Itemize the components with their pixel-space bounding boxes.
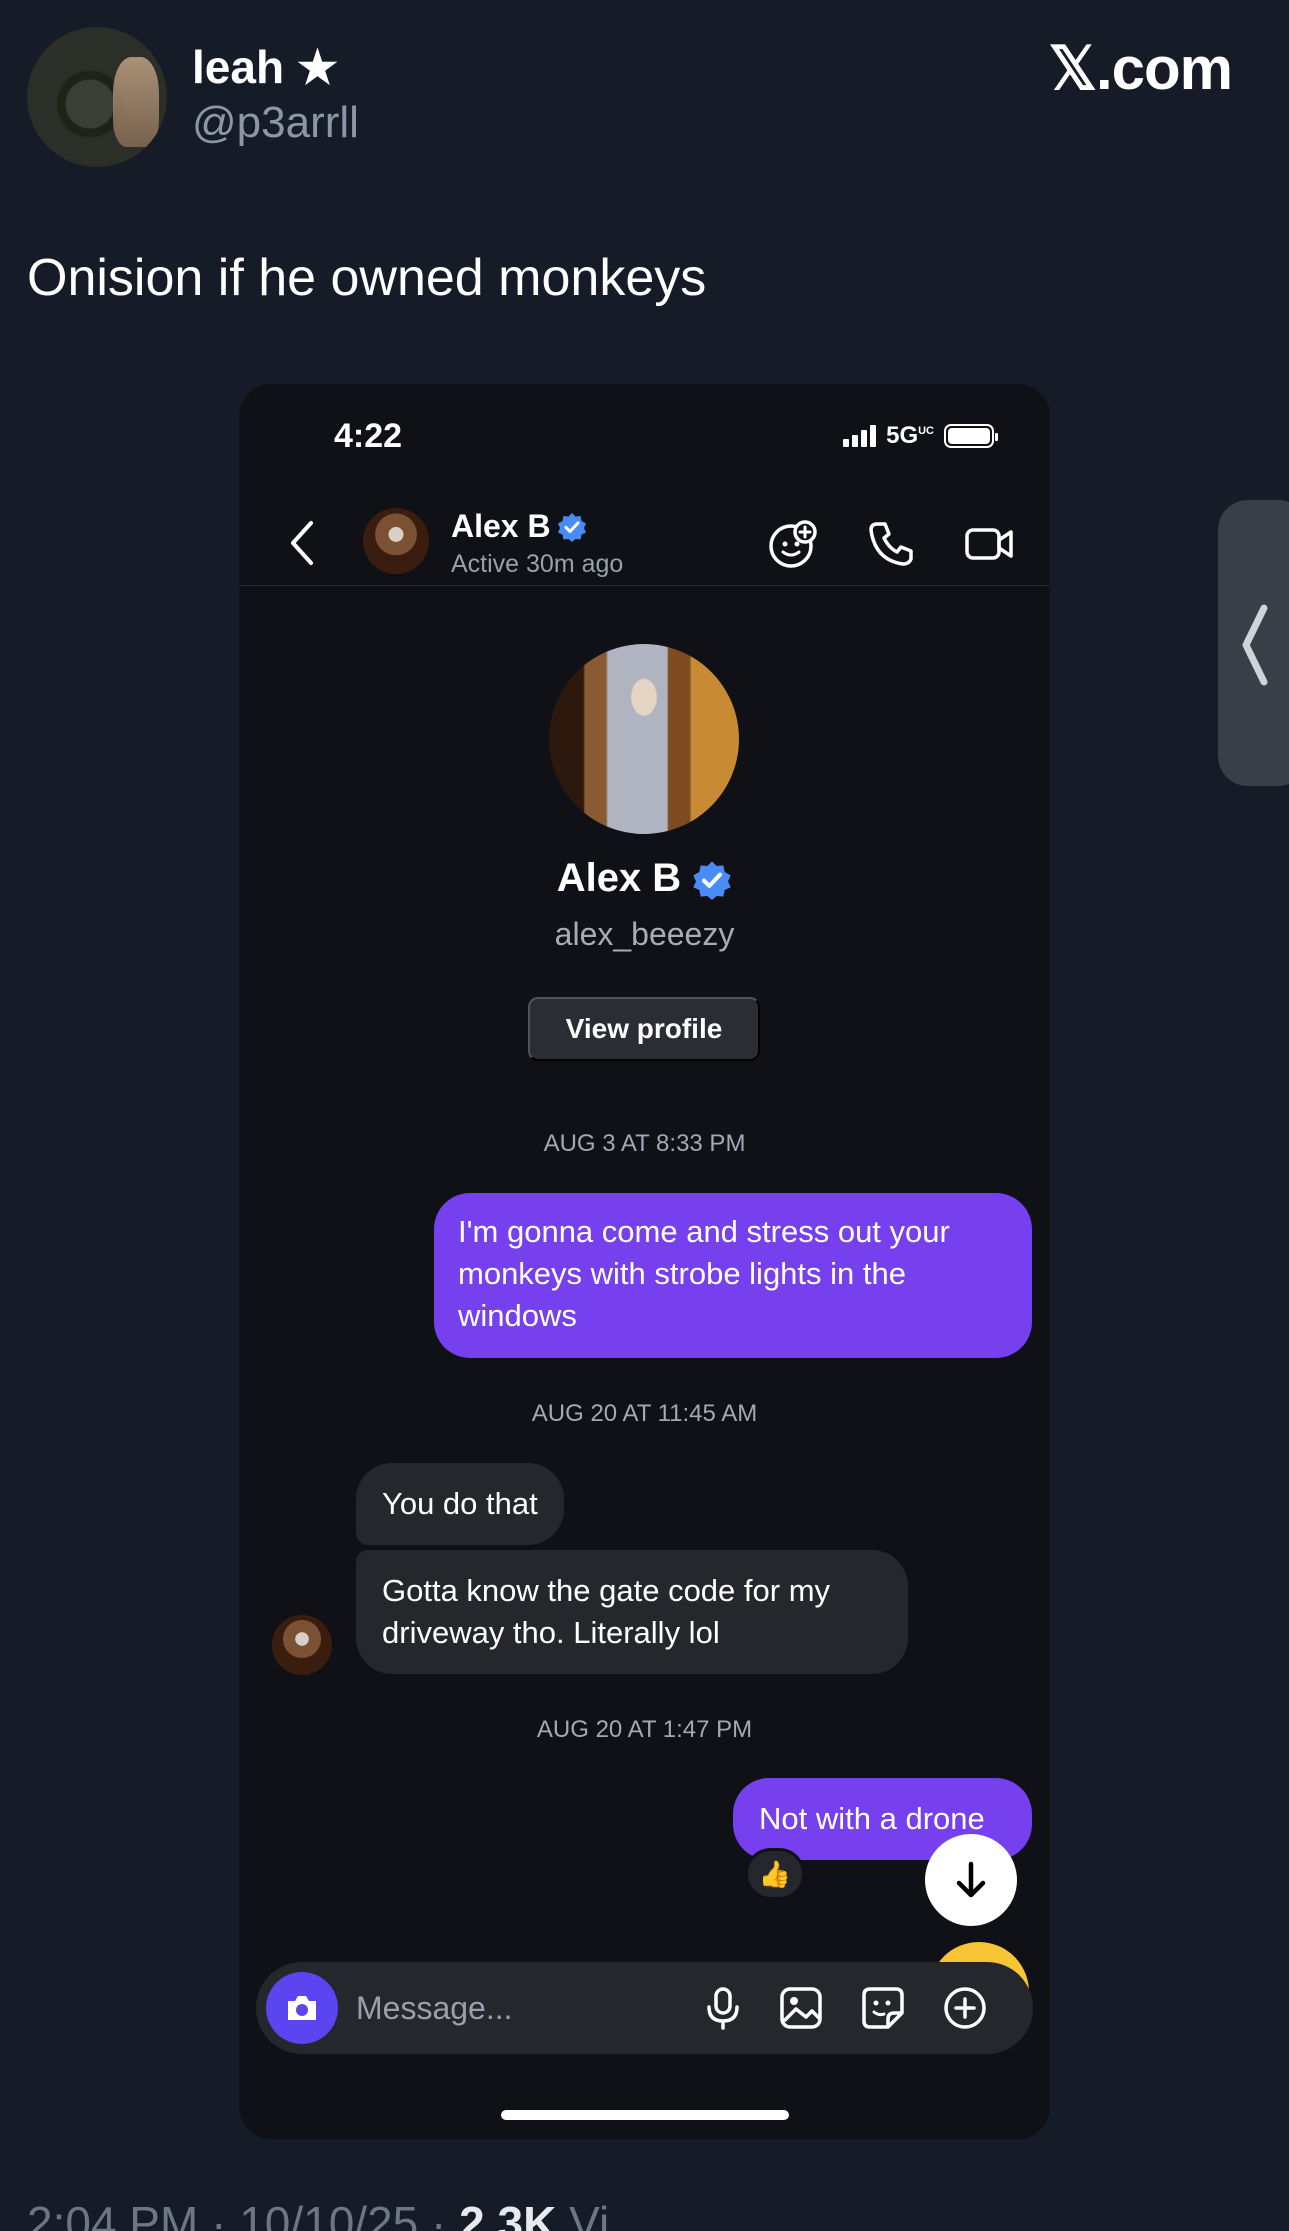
profile-avatar[interactable] [549, 644, 739, 834]
contact-name-text: Alex B [451, 508, 551, 544]
arrow-down-icon [956, 1861, 986, 1898]
back-arrow-icon[interactable] [287, 519, 317, 567]
scroll-to-bottom-button[interactable] [925, 1834, 1017, 1926]
contact-avatar[interactable] [363, 508, 429, 574]
sticker-add-icon[interactable] [767, 518, 819, 570]
verified-badge-icon [557, 512, 586, 542]
brand-logo: 𝕏.com [1048, 35, 1233, 102]
tweet-page: leah ★ @p3arrll 𝕏.com Onision if he owne… [0, 0, 1289, 2231]
view-count: 2.3K [459, 2197, 557, 2231]
tweet-timestamp: 2:04 PM · 10/10/25 · [27, 2197, 460, 2231]
message-composer [256, 1962, 1033, 2054]
author-avatar[interactable] [27, 27, 167, 167]
profile-name-text: Alex B [556, 856, 682, 900]
side-panel-tab[interactable] [1218, 500, 1289, 786]
tweet-meta: 2:04 PM · 10/10/25 · 2.3K Vi [27, 2196, 609, 2231]
author-handle[interactable]: @p3arrll [192, 98, 359, 148]
message-timestamp: AUG 20 AT 1:47 PM [536, 1716, 753, 1743]
contact-active-status: Active 30m ago [451, 550, 624, 578]
profile-handle: alex_beeezy [554, 916, 735, 952]
author-name[interactable]: leah ★ [192, 40, 338, 94]
signal-icon [843, 425, 877, 447]
message-timestamp: AUG 20 AT 11:45 AM [531, 1400, 758, 1427]
view-label: Vi [556, 2197, 610, 2231]
video-call-icon[interactable] [963, 518, 1015, 570]
incoming-message[interactable]: You do that [356, 1463, 564, 1545]
camera-icon [288, 1996, 316, 2020]
sender-avatar[interactable] [272, 1615, 332, 1675]
gallery-icon[interactable] [778, 1985, 824, 2031]
camera-button[interactable] [266, 1972, 338, 2044]
embedded-screenshot: 4:22 5GUC Alex B Active 30m ago Alex B a… [239, 384, 1050, 2139]
status-time: 4:22 [334, 417, 403, 455]
reaction-badge[interactable]: 👍 [745, 1848, 805, 1900]
network-label: 5GUC [886, 422, 934, 449]
view-profile-button[interactable]: View profile [528, 997, 760, 1061]
incoming-message[interactable]: Gotta know the gate code for my driveway… [356, 1550, 908, 1674]
message-timestamp: AUG 3 AT 8:33 PM [543, 1130, 746, 1157]
microphone-icon[interactable] [700, 1985, 746, 2031]
outgoing-message[interactable]: I'm gonna come and stress out your monke… [434, 1193, 1032, 1358]
phone-call-icon[interactable] [865, 518, 917, 570]
chat-header: Alex B Active 30m ago [239, 494, 1050, 586]
verified-badge-icon [693, 861, 731, 901]
chevron-left-icon [1242, 604, 1268, 686]
status-icons: 5GUC [843, 422, 998, 450]
sticker-icon[interactable] [860, 1985, 906, 2031]
battery-icon [944, 424, 998, 448]
contact-name[interactable]: Alex B [451, 508, 587, 545]
profile-name: Alex B [239, 856, 1050, 901]
home-indicator [501, 2110, 789, 2120]
add-icon[interactable] [942, 1985, 988, 2031]
message-input[interactable] [356, 1962, 656, 2054]
tweet-text: Onision if he owned monkeys [27, 249, 707, 307]
